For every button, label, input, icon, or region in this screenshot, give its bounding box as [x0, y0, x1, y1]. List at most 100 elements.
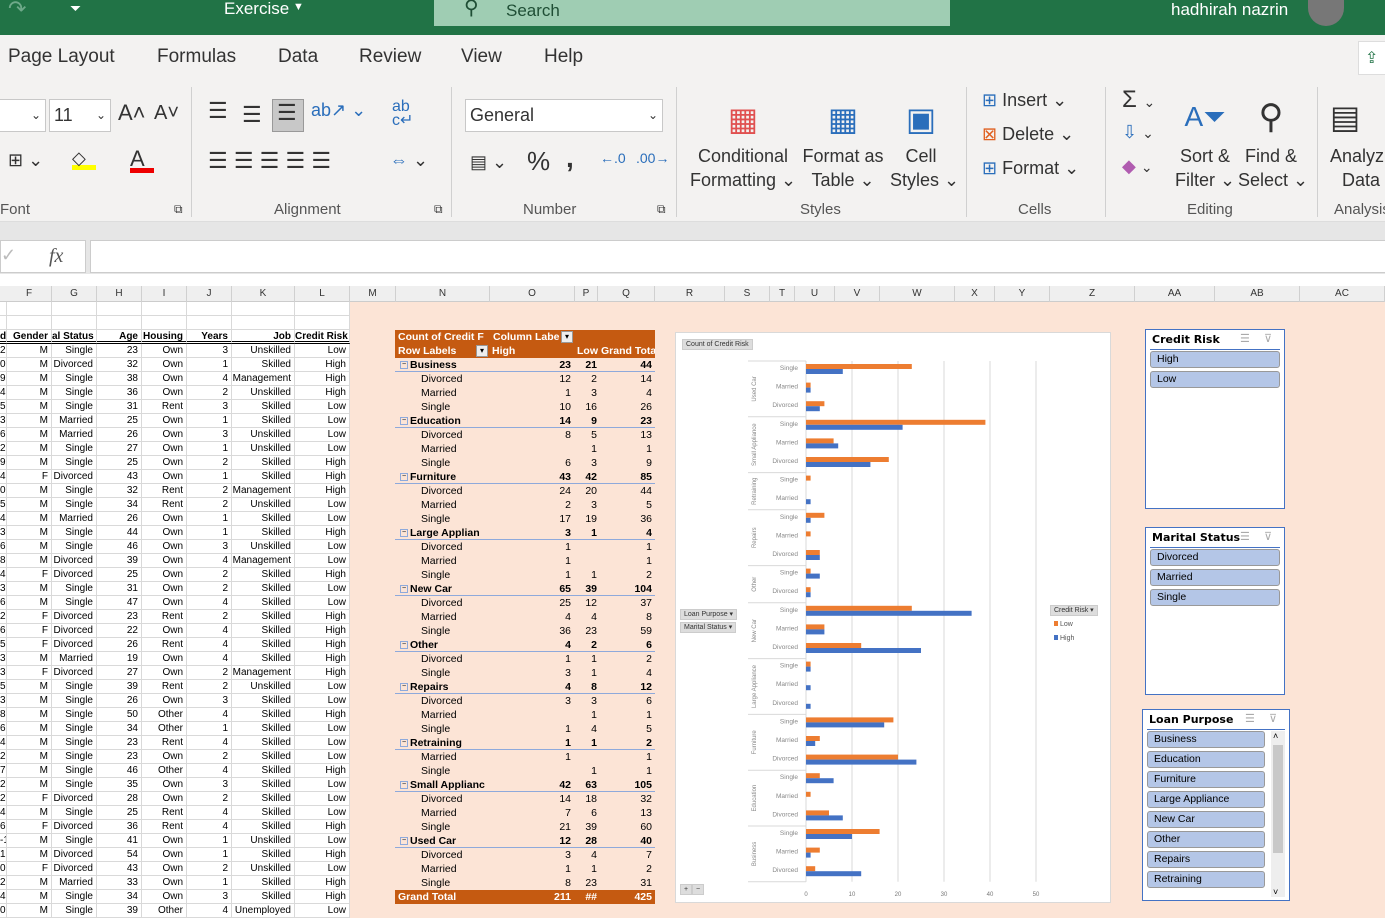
pivot-sub-row[interactable]: Single 21 39 60 — [395, 820, 655, 834]
table-cell[interactable]: Single — [52, 764, 97, 778]
table-cell[interactable]: 28 — [97, 792, 142, 806]
avatar[interactable] — [1308, 0, 1344, 26]
table-cell[interactable]: High — [295, 610, 350, 624]
table-cell[interactable]: 26 — [97, 638, 142, 652]
table-cell[interactable]: Divorced — [52, 848, 97, 862]
table-cell[interactable]: F — [7, 638, 52, 652]
file-name[interactable]: Exercise — [224, 0, 289, 19]
multi-select-icon[interactable]: ☰ — [1240, 530, 1250, 543]
table-cell[interactable]: Skilled — [232, 820, 295, 834]
table-cell[interactable]: 1 — [187, 876, 232, 890]
empty-cell[interactable] — [232, 316, 295, 330]
table-cell[interactable]: 2 — [187, 862, 232, 876]
table-cell[interactable]: Other — [142, 722, 187, 736]
table-cell[interactable]: Unskilled — [232, 834, 295, 848]
table-cell[interactable]: High — [295, 848, 350, 862]
font-size-dropdown[interactable]: 11 ⌄ — [49, 99, 111, 132]
collapse-icon[interactable]: − — [400, 781, 408, 789]
tab-review[interactable]: Review — [359, 46, 421, 68]
slicer-item[interactable]: Business — [1147, 731, 1265, 748]
table-cell[interactable]: 1 — [187, 834, 232, 848]
pivot-sub-row[interactable]: Single 1 1 — [395, 764, 655, 778]
credit-risk-field-button[interactable]: Credit Risk ▾ — [1050, 605, 1098, 616]
table-cell[interactable]: Low — [295, 834, 350, 848]
font-color-icon[interactable]: A — [130, 146, 154, 173]
table-cell[interactable]: 3 — [187, 890, 232, 904]
table-cell[interactable]: High — [295, 820, 350, 834]
table-cell[interactable]: Divorced — [52, 610, 97, 624]
table-cell[interactable]: 3 — [0, 652, 7, 666]
table-cell[interactable]: Married — [52, 512, 97, 526]
font-name-dropdown[interactable]: ⌄ — [0, 99, 46, 132]
table-cell[interactable]: Skilled — [232, 568, 295, 582]
format-cells-button[interactable]: ⊞ Format ⌄ — [982, 158, 1079, 179]
table-cell[interactable]: Single — [52, 890, 97, 904]
user-name[interactable]: hadhirah nazrin — [1171, 0, 1288, 20]
collapse-icon[interactable]: − — [400, 585, 408, 593]
pivot-sub-row[interactable]: Divorced 8 5 13 — [395, 428, 655, 442]
table-cell[interactable]: 39 — [97, 680, 142, 694]
conditional-formatting-button[interactable]: ▦ Conditional Formatting ⌄ — [690, 94, 796, 192]
table-cell[interactable]: Own — [142, 442, 187, 456]
empty-cell[interactable] — [97, 316, 142, 330]
table-cell[interactable]: 5 — [0, 498, 7, 512]
table-cell[interactable]: Skilled — [232, 596, 295, 610]
table-cell[interactable]: 0 — [0, 904, 7, 918]
column-header-J[interactable]: J — [187, 286, 232, 302]
table-cell[interactable]: Own — [142, 512, 187, 526]
empty-cell[interactable] — [142, 302, 187, 316]
table-cell[interactable]: 26 — [97, 428, 142, 442]
table-cell[interactable]: Own — [142, 848, 187, 862]
empty-cell[interactable] — [7, 316, 52, 330]
column-header-O[interactable]: O — [490, 286, 575, 302]
pivot-sub-row[interactable]: Married 1 1 — [395, 442, 655, 456]
table-cell[interactable]: 34 — [97, 722, 142, 736]
table-cell[interactable]: High — [295, 386, 350, 400]
table-cell[interactable]: Rent — [142, 610, 187, 624]
pivot-sub-row[interactable]: Married 1 1 2 — [395, 862, 655, 876]
table-cell[interactable]: 9 — [0, 372, 7, 386]
table-cell[interactable]: Skilled — [232, 526, 295, 540]
table-cell[interactable]: 1 — [187, 526, 232, 540]
table-cell[interactable]: Skilled — [232, 610, 295, 624]
table-cell[interactable]: Skilled — [232, 890, 295, 904]
collapse-icon[interactable]: − — [400, 739, 408, 747]
table-cell[interactable]: 0 — [0, 862, 7, 876]
pivot-sub-row[interactable]: Married 7 6 13 — [395, 806, 655, 820]
table-cell[interactable]: 32 — [97, 358, 142, 372]
loan-purpose-field-button[interactable]: Loan Purpose ▾ — [680, 609, 738, 620]
table-cell[interactable]: 22 — [97, 624, 142, 638]
table-cell[interactable]: High — [295, 708, 350, 722]
table-cell[interactable]: M — [7, 708, 52, 722]
column-header-Y[interactable]: Y — [995, 286, 1050, 302]
table-cell[interactable]: 2 — [187, 456, 232, 470]
column-header-X[interactable]: X — [955, 286, 995, 302]
table-cell[interactable]: Single — [52, 596, 97, 610]
table-cell[interactable]: Rent — [142, 400, 187, 414]
table-cell[interactable]: Unskilled — [232, 862, 295, 876]
number-format-dropdown[interactable]: General ⌄ — [465, 99, 663, 132]
pivot-group-row[interactable]: − Business 23 21 44 — [395, 358, 655, 372]
table-cell[interactable]: Single — [52, 456, 97, 470]
table-cell[interactable]: M — [7, 750, 52, 764]
collapse-icon[interactable]: − — [400, 837, 408, 845]
table-cell[interactable]: Own — [142, 554, 187, 568]
increase-decimal-icon[interactable]: ←.0 — [600, 150, 626, 166]
table-cell[interactable]: Low — [295, 722, 350, 736]
column-header-K[interactable]: K — [232, 286, 295, 302]
pivot-sub-row[interactable]: Single 1 1 2 — [395, 568, 655, 582]
slicer-item[interactable]: New Car — [1147, 811, 1265, 828]
scrollbar-thumb[interactable] — [1273, 745, 1283, 853]
table-cell[interactable]: 31 — [97, 400, 142, 414]
pivot-sub-row[interactable]: Married 1 1 — [395, 750, 655, 764]
table-cell[interactable]: M — [7, 554, 52, 568]
table-cell[interactable]: Low — [295, 778, 350, 792]
table-cell[interactable]: 34 — [97, 890, 142, 904]
table-cell[interactable]: 43 — [97, 862, 142, 876]
table-cell[interactable]: Skilled — [232, 358, 295, 372]
table-cell[interactable]: M — [7, 736, 52, 750]
table-cell[interactable]: High — [295, 876, 350, 890]
table-cell[interactable]: 36 — [97, 386, 142, 400]
table-cell[interactable]: M — [7, 652, 52, 666]
empty-cell[interactable] — [187, 302, 232, 316]
